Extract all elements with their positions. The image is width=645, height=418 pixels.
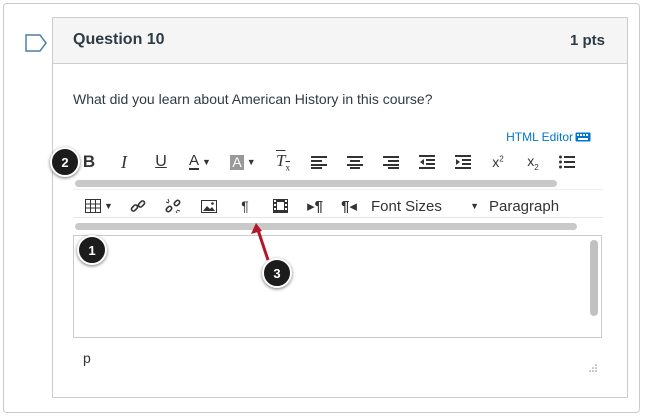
italic-button[interactable]: I <box>105 151 143 173</box>
outdent-icon <box>419 155 435 169</box>
font-sizes-label: Font Sizes <box>371 197 442 215</box>
show-blocks-button[interactable]: ¶ <box>227 195 263 217</box>
question-header: Question 10 1 pts <box>53 18 627 64</box>
editor-toolbar-row-1: B I U A ▼ A ▼ Tx x2 x2 <box>73 150 603 174</box>
question-text: What did you learn about American Histor… <box>73 91 433 107</box>
underline-button[interactable]: U <box>143 151 179 173</box>
paragraph-dropdown[interactable]: Paragraph <box>485 195 559 217</box>
clear-formatting-button[interactable]: Tx <box>265 151 301 173</box>
align-right-button[interactable] <box>373 151 409 173</box>
question-card: Question 10 1 pts What did you learn abo… <box>52 17 628 398</box>
keyboard-icon <box>575 132 591 142</box>
outdent-button[interactable] <box>409 151 445 173</box>
rtl-icon: ¶◂ <box>341 198 357 215</box>
link-button[interactable] <box>121 195 155 217</box>
bullet-list-button[interactable] <box>551 151 583 173</box>
align-center-icon <box>347 156 363 169</box>
superscript-icon: x2 <box>492 154 504 170</box>
element-path[interactable]: p <box>83 350 91 366</box>
question-title: Question 10 <box>73 31 165 48</box>
toolbar-scrollbar-2[interactable] <box>75 223 577 230</box>
callout-2: 2 <box>50 147 80 177</box>
toolbar-divider-2 <box>73 217 603 218</box>
bullet-list-icon <box>559 155 575 169</box>
resize-handle-icon[interactable] <box>589 364 597 372</box>
font-sizes-caret-icon: ▼ <box>470 201 479 211</box>
callout-arrow <box>251 223 270 261</box>
text-color-button[interactable]: A ▼ <box>179 151 221 173</box>
align-center-button[interactable] <box>337 151 373 173</box>
editor-toolbar-row-2: ▼ ¶ ▸¶ ¶◂ Font Sizes ▼ Paragraph <box>73 194 603 218</box>
media-icon <box>272 199 288 213</box>
table-icon <box>85 199 102 213</box>
clear-formatting-icon: Tx <box>276 151 290 173</box>
italic-icon: I <box>121 151 127 172</box>
bold-icon: B <box>82 152 96 171</box>
media-button[interactable] <box>263 195 297 217</box>
underline-icon: U <box>155 153 167 170</box>
image-icon <box>201 199 217 213</box>
background-color-button[interactable]: A ▼ <box>221 151 265 173</box>
edit-area-scrollbar[interactable] <box>590 240 598 316</box>
toolbar-scrollbar-1[interactable] <box>75 180 557 187</box>
rtl-button[interactable]: ¶◂ <box>333 195 365 217</box>
superscript-button[interactable]: x2 <box>481 151 515 173</box>
paragraph-label: Paragraph <box>489 197 560 215</box>
table-button[interactable]: ▼ <box>73 195 121 217</box>
image-button[interactable] <box>191 195 227 217</box>
question-points: 1 pts <box>569 32 605 49</box>
align-left-icon <box>311 156 327 169</box>
unlink-icon <box>165 198 181 214</box>
background-color-icon: A <box>230 153 244 170</box>
text-color-icon: A <box>189 152 200 170</box>
indent-icon <box>455 155 471 169</box>
toolbar-divider <box>73 189 603 190</box>
ltr-button[interactable]: ▸¶ <box>297 195 333 217</box>
indent-button[interactable] <box>445 151 481 173</box>
pilcrow-icon: ¶ <box>241 198 249 214</box>
link-icon <box>130 200 146 212</box>
html-editor-label: HTML Editor <box>506 130 573 144</box>
table-caret-icon: ▼ <box>104 201 113 211</box>
rich-text-edit-area[interactable] <box>73 235 602 338</box>
unlink-button[interactable] <box>155 195 191 217</box>
text-color-caret-icon: ▼ <box>202 157 211 167</box>
callout-1: 1 <box>77 235 107 265</box>
subscript-icon: x2 <box>527 152 539 172</box>
align-right-icon <box>383 156 399 169</box>
background-color-caret-icon: ▼ <box>246 157 256 167</box>
html-editor-link[interactable]: HTML Editor <box>506 130 591 144</box>
align-left-button[interactable] <box>301 151 337 173</box>
flag-question-icon[interactable] <box>25 34 47 52</box>
font-sizes-dropdown[interactable]: Font Sizes ▼ <box>365 195 485 217</box>
subscript-button[interactable]: x2 <box>515 151 551 173</box>
ltr-icon: ▸¶ <box>307 198 323 215</box>
